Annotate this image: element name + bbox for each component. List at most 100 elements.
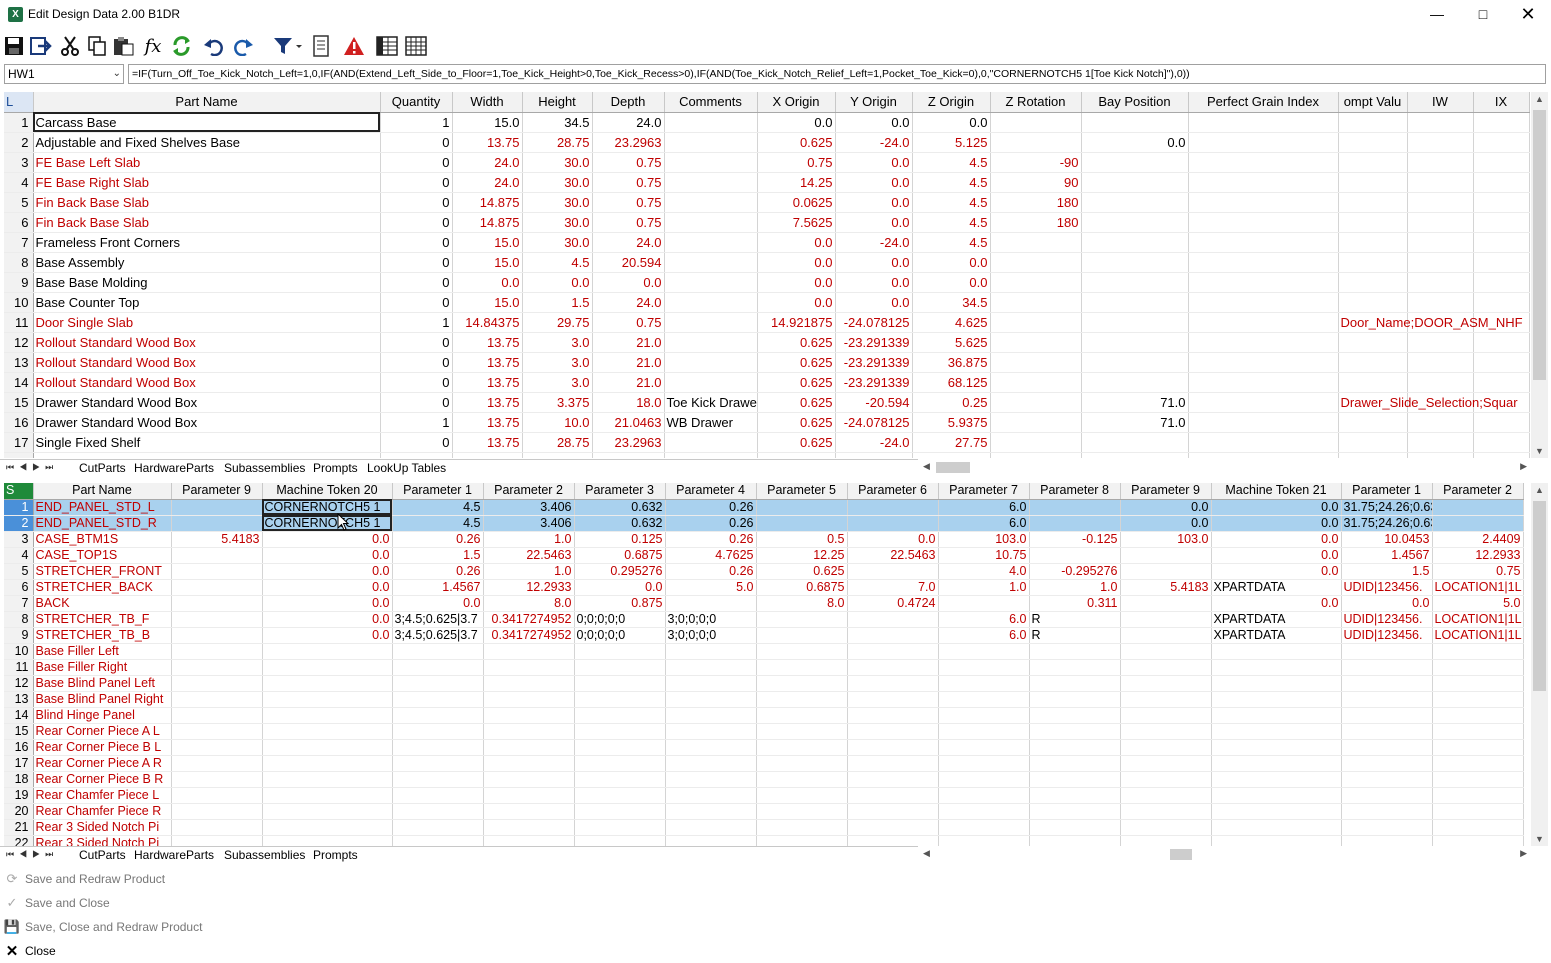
cell-parameter-2[interactable]: 12.2933 <box>1432 547 1524 564</box>
cell-z-origin[interactable]: 0.0 <box>912 112 991 133</box>
part-name-cell[interactable]: CASE_TOP1S <box>33 547 172 564</box>
cell-machine-token-20[interactable]: 0.0 <box>262 547 393 564</box>
cell-depth[interactable]: 0.75 <box>592 192 665 213</box>
row-number[interactable]: 11 <box>4 312 34 333</box>
cell-parameter-3[interactable] <box>574 659 666 676</box>
cell-parameter-4[interactable]: 0.26 <box>665 563 757 580</box>
cell-parameter-3[interactable] <box>574 723 666 740</box>
part-name-cell[interactable]: Rear Corner Piece B L <box>33 739 172 756</box>
cell-parameter-9[interactable] <box>171 595 263 612</box>
row-number[interactable]: 8 <box>4 252 34 273</box>
cell-parameter-4[interactable] <box>665 691 757 708</box>
cell-comments[interactable] <box>664 112 758 133</box>
cell-iw[interactable] <box>1407 292 1474 313</box>
part-name-cell[interactable]: Rear Corner Piece A L <box>33 723 172 740</box>
select-all-corner[interactable]: S <box>4 483 34 500</box>
cell-perfect-grain-index[interactable] <box>1188 252 1339 273</box>
cell-blank[interactable] <box>1473 232 1530 253</box>
table-row[interactable]: 4 CASE_TOP1S 0.0 1.5 22.5463 0.6875 4.7625 12.2… <box>4 547 1524 564</box>
part-name-cell[interactable]: Door Single Slab <box>33 312 381 333</box>
cell-parameter-2[interactable] <box>483 643 575 660</box>
cell-comments[interactable]: WB Drawer <box>664 412 758 433</box>
cell-quantity[interactable]: 1 <box>380 112 453 133</box>
cell-parameter-1[interactable] <box>392 819 484 836</box>
part-name-cell[interactable]: FE Base Left Slab <box>33 152 381 173</box>
cell-comments[interactable] <box>664 212 758 233</box>
part-name-cell[interactable]: Rear 3 Sided Notch Pi <box>33 819 172 836</box>
cell-parameter-1[interactable]: UDID|123456. <box>1341 627 1433 644</box>
cell-parameter-9[interactable] <box>1120 659 1212 676</box>
cell-parameter-3[interactable]: 0.295276 <box>574 563 666 580</box>
cell-blank[interactable] <box>1473 192 1530 213</box>
cell-y-origin[interactable]: 0.0 <box>835 112 913 133</box>
column-header-part-name[interactable]: Part Name <box>33 92 381 113</box>
cell-parameter-6[interactable] <box>847 691 939 708</box>
cell-parameter-3[interactable] <box>574 675 666 692</box>
cell-z-rotation[interactable] <box>990 452 1082 458</box>
cell-parameter-5[interactable]: 0.6875 <box>756 579 848 596</box>
cell-parameter-1[interactable]: 1.4567 <box>392 579 484 596</box>
cell-parameter-2[interactable] <box>483 771 575 788</box>
cell-parameter-1[interactable] <box>1341 723 1433 740</box>
cell-parameter-8[interactable] <box>1029 675 1121 692</box>
cell-parameter-2[interactable] <box>483 835 575 846</box>
cell-perfect-grain-index[interactable] <box>1188 112 1339 133</box>
cell-bay-position[interactable] <box>1081 232 1189 253</box>
cell-parameter-8[interactable] <box>1029 707 1121 724</box>
cell-parameter-3[interactable] <box>574 691 666 708</box>
cell-width[interactable]: 13.75 <box>452 412 523 433</box>
cell-parameter-1[interactable] <box>1341 771 1433 788</box>
cell-parameter-9[interactable] <box>1120 771 1212 788</box>
table-row[interactable]: 9 STRETCHER_TB_B 0.0 3;4.5;0.625|3.7 0.34172… <box>4 627 1524 644</box>
cell-parameter-2[interactable]: 8.0 <box>483 595 575 612</box>
cell-depth[interactable]: 24.0 <box>592 232 665 253</box>
cell-quantity[interactable]: 0 <box>380 212 453 233</box>
cell-blank[interactable] <box>1473 152 1530 173</box>
cell-parameter-4[interactable] <box>665 835 757 846</box>
cell-parameter-5[interactable]: 8.0 <box>756 595 848 612</box>
cell-parameter-2[interactable]: 3.406 <box>483 499 575 516</box>
table-row[interactable]: 8 Base Assembly 0 15.0 4.5 20.594 0.0 0.0 0.0 <box>4 252 1530 273</box>
scrollbar-thumb[interactable] <box>1533 501 1546 691</box>
column-header-part-name[interactable]: Part Name <box>33 483 172 500</box>
cell-machine-token-20[interactable] <box>262 755 393 772</box>
cell-parameter-6[interactable]: 0.4724 <box>847 595 939 612</box>
part-name-cell[interactable]: Rear 3 Sided Notch Pi <box>33 835 172 846</box>
part-name-cell[interactable]: END_PANEL_STD_R <box>33 515 172 532</box>
cell-parameter-8[interactable] <box>1029 755 1121 772</box>
cell-machine-token-21[interactable] <box>1211 739 1342 756</box>
cell-parameter-2[interactable]: 0.3417274952 <box>483 627 575 644</box>
cell-x-origin[interactable]: 0.625 <box>757 432 836 453</box>
cell-z-origin[interactable]: 5.625 <box>912 332 991 353</box>
cell-parameter-3[interactable]: 0;0;0;0;0 <box>574 611 666 628</box>
row-number[interactable]: 14 <box>4 372 34 393</box>
cell-iw[interactable] <box>1407 272 1474 293</box>
cell-parameter-2[interactable] <box>483 787 575 804</box>
cell-quantity[interactable]: 0 <box>380 132 453 153</box>
cell-machine-token-21[interactable] <box>1211 659 1342 676</box>
cell-parameter-5[interactable] <box>756 627 848 644</box>
cell-bay-position[interactable] <box>1081 112 1189 133</box>
cell-parameter-7[interactable]: 6.0 <box>938 499 1030 516</box>
cell-parameter-2[interactable] <box>1432 819 1524 836</box>
cell-parameter-6[interactable]: 0.0 <box>847 531 939 548</box>
cell-perfect-grain-index[interactable] <box>1188 352 1339 373</box>
cell-machine-token-21[interactable]: 0.0 <box>1211 499 1342 516</box>
cell-y-origin[interactable]: 0.0 <box>835 252 913 273</box>
scroll-down-icon[interactable]: ▼ <box>1535 834 1544 844</box>
column-header-parameter-2[interactable]: Parameter 2 <box>1432 483 1524 500</box>
cell-z-origin[interactable]: 0.0 <box>912 272 991 293</box>
cell-width[interactable]: 13.75 <box>452 352 523 373</box>
cell-parameter-9[interactable] <box>171 547 263 564</box>
copy-button[interactable] <box>86 34 108 58</box>
cell-parameter-8[interactable] <box>1029 691 1121 708</box>
cell-y-origin[interactable]: 0.0 <box>835 292 913 313</box>
cell-parameter-9[interactable]: 0.0 <box>1120 515 1212 532</box>
row-number[interactable]: 20 <box>4 803 34 820</box>
row-number[interactable]: 18 <box>4 771 34 788</box>
cell-x-origin[interactable]: 0.75 <box>757 152 836 173</box>
cell-depth[interactable]: 18.0 <box>592 392 665 413</box>
cell-height[interactable]: 3.0 <box>522 332 593 353</box>
subassemblies-grid-vertical-scrollbar[interactable]: ▲ ▼ <box>1531 483 1548 846</box>
cell-parameter-8[interactable]: R <box>1029 611 1121 628</box>
